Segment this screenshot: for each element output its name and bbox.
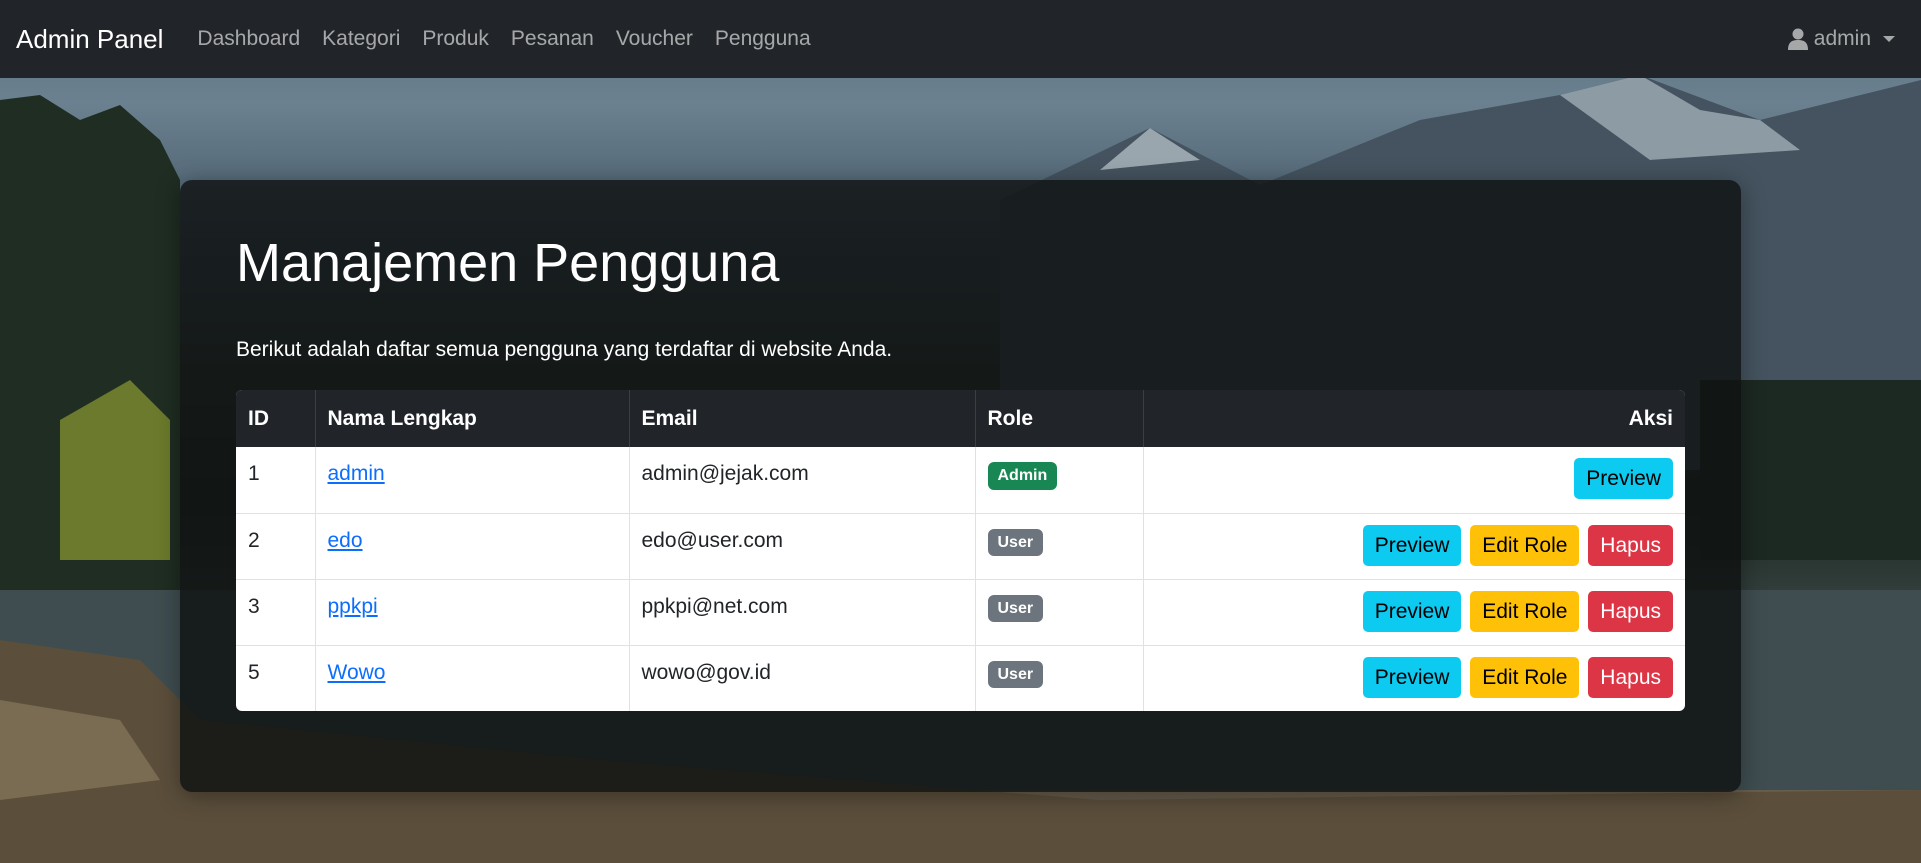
cell-id: 2: [236, 513, 316, 580]
cell-actions: Preview: [1143, 447, 1685, 514]
nav-links: Dashboard Kategori Produk Pesanan Vouche…: [197, 27, 832, 51]
role-badge-user: User: [987, 528, 1044, 557]
header-id: ID: [236, 390, 316, 448]
role-badge-admin: Admin: [987, 462, 1058, 490]
table-row: 5 Wowo wowo@gov.id User Preview Edit Rol…: [236, 645, 1685, 712]
page-title: Manajemen Pengguna: [236, 233, 780, 293]
cell-actions: Preview Edit Role Hapus: [1143, 579, 1685, 646]
user-name-link[interactable]: ppkpi: [328, 595, 378, 618]
nav-produk[interactable]: Produk: [422, 27, 489, 51]
header-actions: Aksi: [1143, 390, 1685, 448]
edit-role-button[interactable]: Edit Role: [1470, 590, 1580, 632]
user-name-link[interactable]: admin: [328, 462, 385, 485]
cell-role: Admin: [975, 447, 1144, 514]
cell-name: admin: [315, 447, 630, 514]
cell-role: User: [975, 513, 1144, 580]
edit-role-button[interactable]: Edit Role: [1470, 656, 1580, 698]
cell-id: 1: [236, 447, 316, 514]
nav-pengguna[interactable]: Pengguna: [715, 27, 811, 51]
cell-email: ppkpi@net.com: [629, 579, 976, 646]
header-role: Role: [975, 390, 1144, 448]
cell-name: ppkpi: [315, 579, 630, 646]
preview-button[interactable]: Preview: [1362, 656, 1462, 698]
preview-button[interactable]: Preview: [1574, 458, 1673, 500]
nav-pesanan[interactable]: Pesanan: [511, 27, 594, 51]
brand-link[interactable]: Admin Panel: [16, 24, 163, 55]
table-header-row: ID Nama Lengkap Email Role Aksi: [236, 390, 1685, 448]
table-row: 3 ppkpi ppkpi@net.com User Preview Edit …: [236, 579, 1685, 646]
table-row: 1 admin admin@jejak.com Admin Preview: [236, 447, 1685, 514]
chevron-down-icon: [1883, 36, 1895, 42]
cell-name: edo: [315, 513, 630, 580]
preview-button[interactable]: Preview: [1362, 524, 1462, 566]
preview-button[interactable]: Preview: [1362, 590, 1462, 632]
cell-name: Wowo: [315, 645, 630, 712]
cell-id: 3: [236, 579, 316, 646]
delete-button[interactable]: Hapus: [1588, 590, 1673, 632]
header-name: Nama Lengkap: [315, 390, 630, 448]
nav-voucher[interactable]: Voucher: [616, 27, 693, 51]
table-row: 2 edo edo@user.com User Preview Edit Rol…: [236, 513, 1685, 580]
cell-role: User: [975, 579, 1144, 646]
person-icon: [1787, 28, 1808, 50]
user-name: admin: [1813, 27, 1871, 50]
header-email: Email: [629, 390, 976, 448]
user-name-link[interactable]: Wowo: [328, 661, 386, 684]
users-table: ID Nama Lengkap Email Role Aksi 1 admin …: [236, 390, 1685, 712]
role-badge-user: User: [987, 660, 1044, 689]
delete-button[interactable]: Hapus: [1588, 656, 1673, 698]
navbar: Admin Panel Dashboard Kategori Produk Pe…: [0, 0, 1921, 78]
cell-id: 5: [236, 645, 316, 712]
cell-email: admin@jejak.com: [629, 447, 976, 514]
user-name-link[interactable]: edo: [328, 529, 363, 552]
cell-email: wowo@gov.id: [629, 645, 976, 712]
edit-role-button[interactable]: Edit Role: [1470, 524, 1580, 566]
nav-kategori[interactable]: Kategori: [322, 27, 400, 51]
page-description: Berikut adalah daftar semua pengguna yan…: [236, 338, 893, 362]
cell-email: edo@user.com: [629, 513, 976, 580]
role-badge-user: User: [987, 594, 1044, 623]
delete-button[interactable]: Hapus: [1588, 524, 1673, 566]
nav-dashboard[interactable]: Dashboard: [197, 27, 300, 51]
cell-role: User: [975, 645, 1144, 712]
user-dropdown[interactable]: admin: [1787, 0, 1895, 78]
cell-actions: Preview Edit Role Hapus: [1143, 513, 1685, 580]
main-card: Manajemen Pengguna Berikut adalah daftar…: [180, 180, 1741, 792]
cell-actions: Preview Edit Role Hapus: [1143, 645, 1685, 711]
